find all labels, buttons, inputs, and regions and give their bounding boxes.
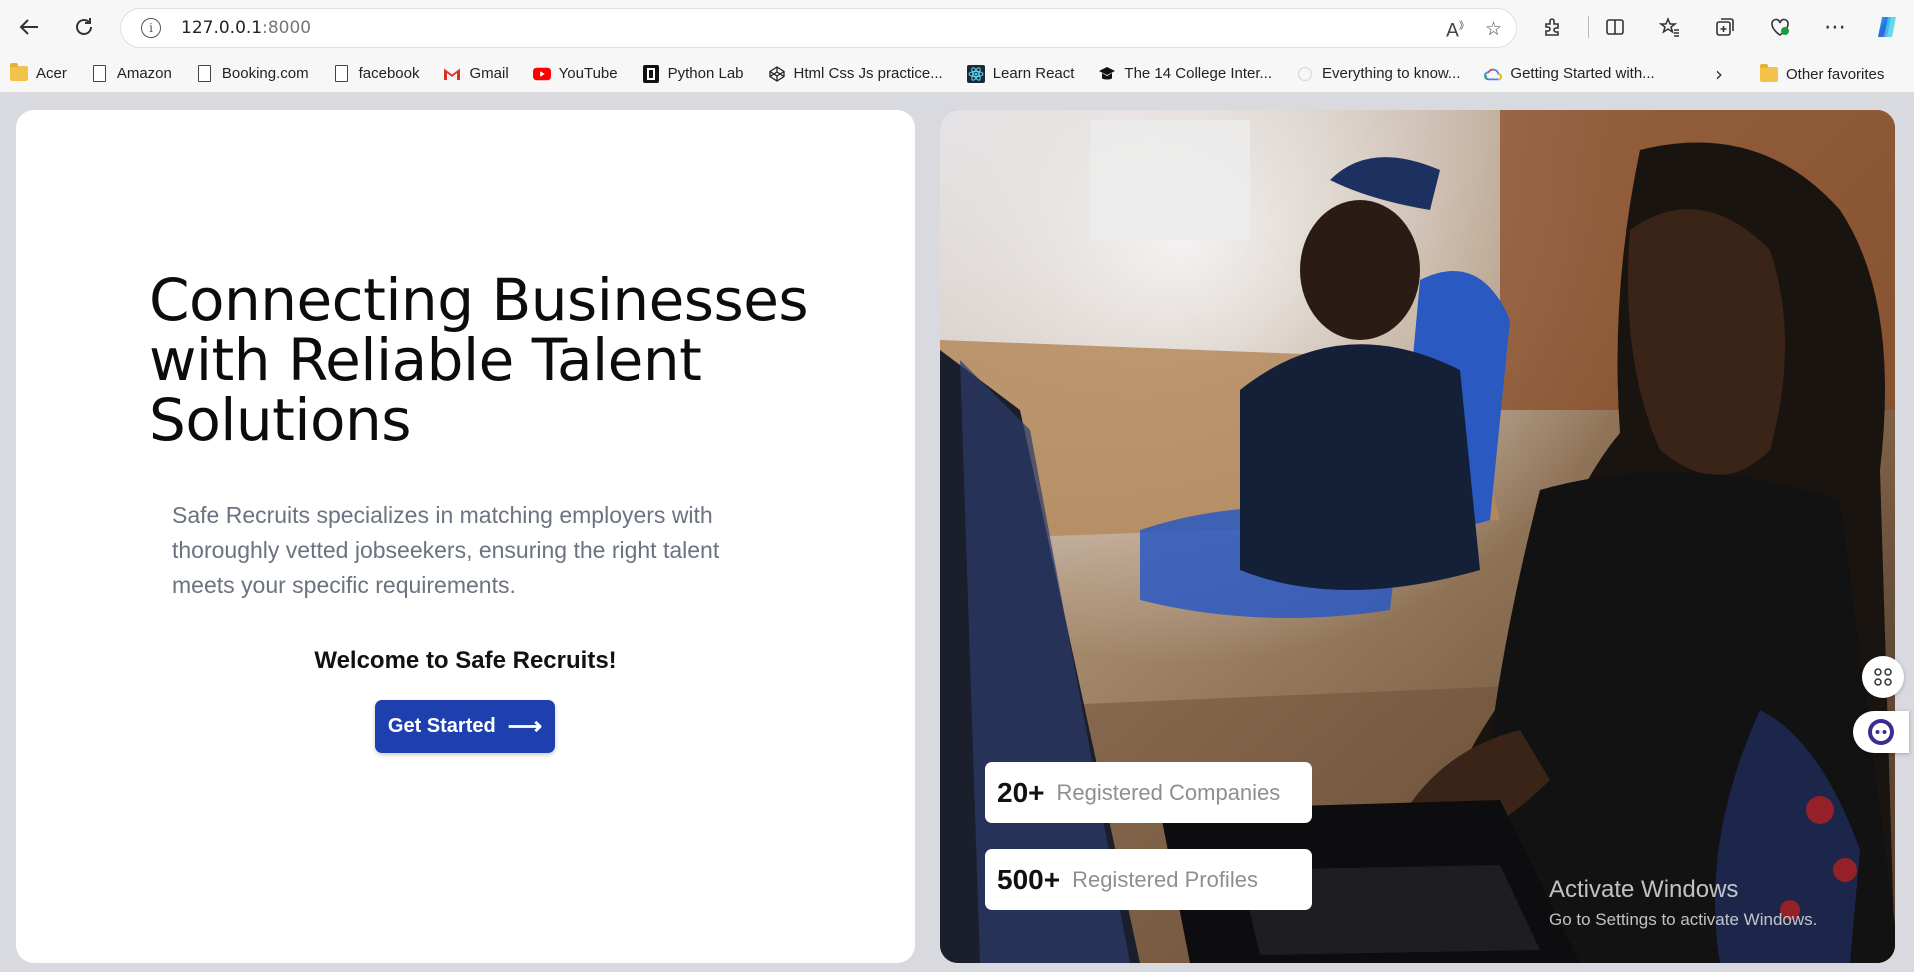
back-arrow-icon[interactable]	[12, 10, 46, 44]
bookmark-python-lab[interactable]: Python Lab	[642, 64, 744, 83]
bookmark-college-interview[interactable]: The 14 College Inter...	[1098, 65, 1272, 83]
assistant-bot-icon[interactable]	[1853, 711, 1909, 753]
bookmark-everything-to-know[interactable]: Everything to know...	[1296, 65, 1460, 83]
copilot-icon[interactable]	[1870, 10, 1904, 44]
bookmark-facebook[interactable]: facebook	[333, 65, 419, 83]
address-bar[interactable]: i 127.0.0.1:8000 A》 ☆	[120, 8, 1517, 48]
stat-profiles-value: 500+	[997, 863, 1061, 895]
apps-grid-icon[interactable]	[1862, 656, 1904, 698]
bookmark-acer[interactable]: Acer	[10, 63, 67, 83]
refresh-icon[interactable]	[67, 10, 101, 44]
folder-icon	[1760, 63, 1778, 83]
stat-profiles-label: Registered Profiles	[1072, 866, 1258, 892]
page-icon	[333, 65, 351, 83]
get-started-button[interactable]: Get Started ⟶	[375, 700, 555, 753]
stat-companies-value: 20+	[997, 776, 1045, 808]
get-started-label: Get Started	[387, 715, 496, 737]
gmail-icon	[443, 65, 461, 83]
hero-photo: 20+ Registered Companies 500+ Registered…	[940, 110, 1895, 963]
bookmark-learn-react[interactable]: Learn React	[966, 64, 1074, 83]
favorites-icon[interactable]	[1653, 10, 1687, 44]
hero-description: Safe Recruits specializes in matching em…	[172, 502, 720, 598]
read-aloud-icon[interactable]: A》	[1446, 17, 1469, 41]
hero-title: Connecting Businesses with Reliable Tale…	[149, 266, 809, 454]
welcome-text: Welcome to Safe Recruits!	[314, 647, 617, 674]
folder-icon	[10, 63, 28, 83]
bookmarks-bar: Acer Amazon Booking.com facebook Gmail Y…	[0, 55, 1914, 93]
arrow-right-icon: ⟶	[507, 713, 543, 740]
browser-essentials-icon[interactable]	[1763, 10, 1797, 44]
youtube-icon	[532, 65, 551, 83]
watermark-subtitle: Go to Settings to activate Windows.	[1549, 910, 1818, 929]
collections-icon[interactable]	[1708, 10, 1742, 44]
page-icon	[91, 65, 109, 83]
loading-icon	[1296, 65, 1314, 83]
other-favorites-folder[interactable]: Other favorites	[1760, 63, 1884, 83]
google-cloud-icon	[1484, 65, 1503, 83]
stat-companies: 20+ Registered Companies	[985, 762, 1312, 823]
python-lab-icon	[642, 64, 660, 83]
graduation-icon	[1098, 65, 1116, 83]
split-screen-icon[interactable]	[1598, 10, 1632, 44]
stat-profiles: 500+ Registered Profiles	[985, 849, 1312, 910]
watermark-title: Activate Windows	[1549, 876, 1739, 903]
bookmark-gmail[interactable]: Gmail	[443, 65, 509, 83]
bookmark-html-css-js[interactable]: Html Css Js practice...	[768, 65, 943, 83]
bookmark-getting-started[interactable]: Getting Started with...	[1484, 65, 1655, 83]
codepen-icon	[768, 65, 786, 83]
extensions-icon[interactable]	[1536, 10, 1570, 44]
bookmark-amazon[interactable]: Amazon	[91, 65, 172, 83]
page-icon	[196, 65, 214, 83]
bookmarks-overflow-chevron-icon[interactable]: ›	[1715, 62, 1723, 86]
bookmark-youtube[interactable]: YouTube	[532, 65, 618, 83]
favorite-star-icon[interactable]: ☆	[1485, 18, 1502, 40]
react-icon	[966, 64, 985, 83]
url-text: 127.0.0.1:8000	[181, 18, 312, 38]
browser-toolbar: i 127.0.0.1:8000 A》 ☆ ⋯	[0, 0, 1914, 55]
hero-card: Connecting Businesses with Reliable Tale…	[16, 110, 915, 963]
office-workers-photo	[940, 110, 1895, 963]
stat-companies-label: Registered Companies	[1056, 779, 1281, 805]
activate-windows-watermark: Activate Windows Go to Settings to activ…	[1549, 876, 1817, 930]
bookmark-booking[interactable]: Booking.com	[196, 65, 309, 83]
toolbar-divider	[1588, 16, 1589, 38]
more-options-icon[interactable]: ⋯	[1818, 10, 1852, 44]
site-info-icon[interactable]: i	[141, 18, 161, 38]
